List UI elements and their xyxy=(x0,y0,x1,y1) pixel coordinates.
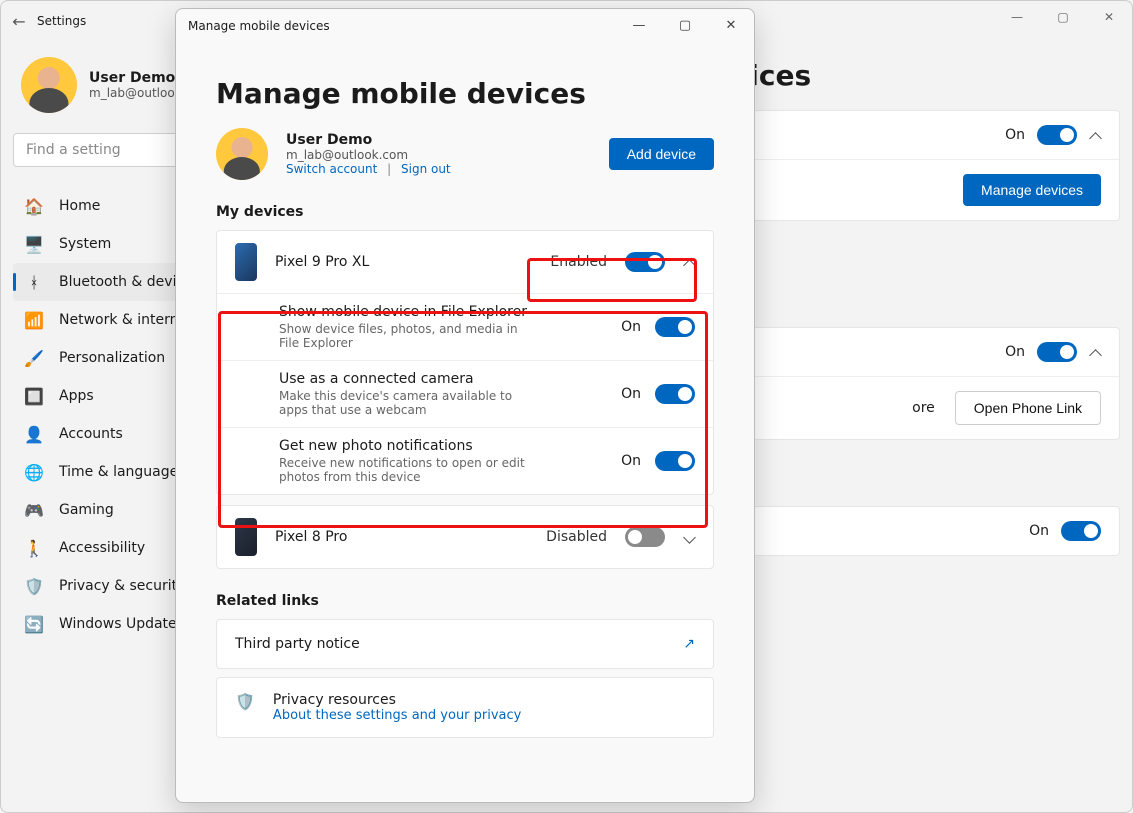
status-label: On xyxy=(1005,127,1025,143)
sub-desc: Make this device's camera available to a… xyxy=(279,389,539,417)
nav-label: Windows Update xyxy=(59,616,177,632)
third-party-notice-label: Third party notice xyxy=(235,636,360,652)
nav-label: Gaming xyxy=(59,502,114,518)
device-status: Disabled xyxy=(546,529,607,545)
device-toggle[interactable] xyxy=(625,252,665,272)
privacy-title: Privacy resources xyxy=(273,692,521,708)
nav-label: System xyxy=(59,236,111,252)
nav-icon: 🚶 xyxy=(25,539,43,557)
separator: | xyxy=(381,162,397,176)
chevron-down-icon[interactable] xyxy=(683,531,695,543)
shield-icon: 🛡️ xyxy=(235,692,255,711)
device-card-pixel8: Pixel 8 Pro Disabled xyxy=(216,505,714,569)
close-button[interactable]: ✕ xyxy=(1086,1,1132,33)
toggle[interactable] xyxy=(1037,342,1077,362)
sub-toggle[interactable] xyxy=(655,451,695,471)
more-text: ore xyxy=(912,400,935,416)
device-sub-row: Show mobile device in File Explorer Show … xyxy=(217,293,713,360)
device-name: Pixel 8 Pro xyxy=(275,529,528,545)
nav-label: Apps xyxy=(59,388,94,404)
manage-devices-button[interactable]: Manage devices xyxy=(963,174,1101,206)
chevron-up-icon[interactable] xyxy=(1089,346,1101,358)
sub-desc: Show device files, photos, and media in … xyxy=(279,322,539,350)
device-name: Pixel 9 Pro XL xyxy=(275,254,532,270)
phone-icon xyxy=(235,518,257,556)
avatar xyxy=(216,128,268,180)
device-sub-row: Use as a connected camera Make this devic… xyxy=(217,360,713,427)
device-status: Enabled xyxy=(550,254,607,270)
sub-toggle[interactable] xyxy=(655,317,695,337)
maximize-button[interactable]: ▢ xyxy=(1040,1,1086,33)
manage-mobile-devices-window: Manage mobile devices — ▢ ✕ Manage mobil… xyxy=(175,8,755,803)
chevron-up-icon[interactable] xyxy=(683,256,695,268)
on-label: On xyxy=(621,319,641,335)
toggle[interactable] xyxy=(1061,521,1101,541)
on-label: On xyxy=(621,453,641,469)
avatar xyxy=(21,57,77,113)
external-link-icon: ↗ xyxy=(683,636,695,652)
status-label: On xyxy=(1005,344,1025,360)
back-button[interactable]: ← xyxy=(1,12,37,31)
related-links-heading: Related links xyxy=(216,593,714,609)
nav-icon: 🛡️ xyxy=(25,577,43,595)
device-header[interactable]: Pixel 9 Pro XL Enabled xyxy=(217,231,713,293)
nav-label: Personalization xyxy=(59,350,165,366)
modal-close-button[interactable]: ✕ xyxy=(708,9,754,41)
switch-account-link[interactable]: Switch account xyxy=(286,162,377,176)
nav-icon: 🎮 xyxy=(25,501,43,519)
nav-icon: 🖥️ xyxy=(25,235,43,253)
nav-label: Accounts xyxy=(59,426,123,442)
privacy-link[interactable]: About these settings and your privacy xyxy=(273,708,521,723)
sub-toggle[interactable] xyxy=(655,384,695,404)
add-device-button[interactable]: Add device xyxy=(609,138,714,170)
sign-out-link[interactable]: Sign out xyxy=(401,162,451,176)
third-party-notice-card[interactable]: Third party notice ↗ xyxy=(216,619,714,669)
nav-label: Home xyxy=(59,198,100,214)
nav-icon: 🔄 xyxy=(25,615,43,633)
sub-title: Show mobile device in File Explorer xyxy=(279,304,607,320)
nav-label: Privacy & security xyxy=(59,578,185,594)
privacy-resources-card: 🛡️ Privacy resources About these setting… xyxy=(216,677,714,738)
modal-user-name: User Demo xyxy=(286,132,591,148)
bg-title: Settings xyxy=(37,14,86,28)
nav-label: Time & language xyxy=(59,464,178,480)
on-label: On xyxy=(621,386,641,402)
nav-icon: 🌐 xyxy=(25,463,43,481)
nav-icon: 🖌️ xyxy=(25,349,43,367)
nav-label: Network & internet xyxy=(59,312,193,328)
phone-icon xyxy=(235,243,257,281)
nav-icon: 🔲 xyxy=(25,387,43,405)
sub-title: Use as a connected camera xyxy=(279,371,607,387)
device-toggle[interactable] xyxy=(625,527,665,547)
sub-desc: Receive new notifications to open or edi… xyxy=(279,456,539,484)
device-header[interactable]: Pixel 8 Pro Disabled xyxy=(217,506,713,568)
toggle[interactable] xyxy=(1037,125,1077,145)
modal-user-email: m_lab@outlook.com xyxy=(286,148,591,162)
modal-maximize-button[interactable]: ▢ xyxy=(662,9,708,41)
status-label: On xyxy=(1029,523,1049,539)
device-sub-row: Get new photo notifications Receive new n… xyxy=(217,427,713,494)
nav-label: Accessibility xyxy=(59,540,145,556)
modal-minimize-button[interactable]: — xyxy=(616,9,662,41)
my-devices-heading: My devices xyxy=(216,204,714,220)
open-phone-link-button[interactable]: Open Phone Link xyxy=(955,391,1101,425)
sub-title: Get new photo notifications xyxy=(279,438,607,454)
nav-icon: 📶 xyxy=(25,311,43,329)
minimize-button[interactable]: — xyxy=(994,1,1040,33)
modal-user-row: User Demo m_lab@outlook.com Switch accou… xyxy=(216,128,714,180)
nav-icon: ᚼ xyxy=(25,273,43,291)
page-title: vices xyxy=(731,59,1120,92)
chevron-up-icon[interactable] xyxy=(1089,129,1101,141)
device-card-pixel9: Pixel 9 Pro XL Enabled Show mobile devic… xyxy=(216,230,714,495)
nav-icon: 👤 xyxy=(25,425,43,443)
nav-icon: 🏠 xyxy=(25,197,43,215)
modal-heading: Manage mobile devices xyxy=(216,77,714,110)
